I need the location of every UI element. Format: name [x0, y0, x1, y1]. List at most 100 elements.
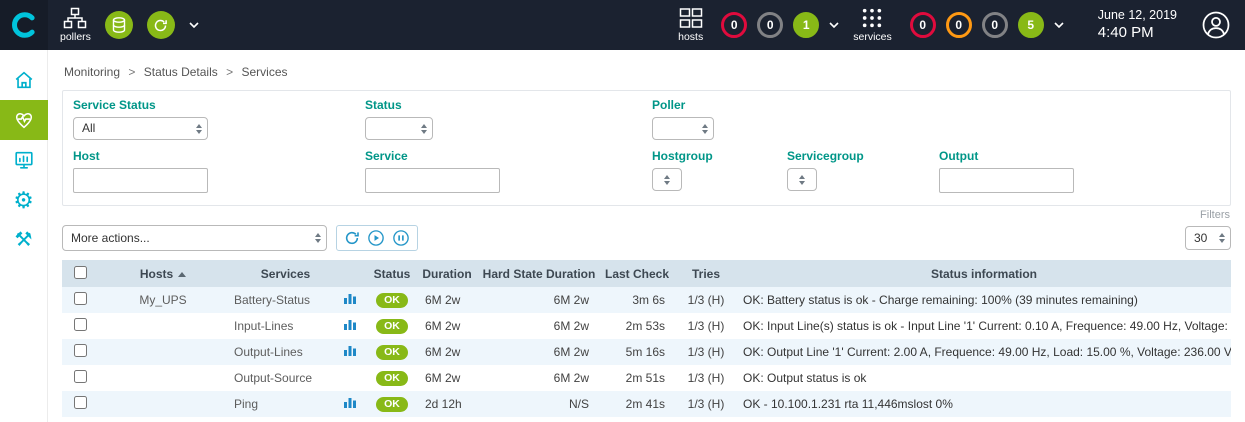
header-status-information[interactable]: Status information	[737, 260, 1231, 287]
tries-cell: 1/3 (H)	[675, 339, 737, 365]
select-all-checkbox[interactable]	[74, 266, 87, 279]
header-status[interactable]: Status	[369, 260, 415, 287]
hosts-icon	[679, 7, 703, 29]
services-table: Hosts Services Status Duration Hard Stat…	[62, 260, 1231, 417]
duration-cell: 6M 2w	[415, 365, 479, 391]
host-input[interactable]	[73, 168, 208, 193]
header-last-check[interactable]: Last Check	[599, 260, 675, 287]
service-badges: 0 0 0 5	[910, 12, 1064, 38]
sidebar-item-monitoring[interactable]	[0, 100, 48, 140]
hostgroup-label: Hostgroup	[652, 149, 787, 163]
status-select[interactable]	[365, 117, 433, 140]
service-link[interactable]: Output-Source	[228, 365, 343, 391]
breadcrumb-monitoring[interactable]: Monitoring	[64, 65, 120, 79]
last-check-cell: 2m 51s	[599, 365, 675, 391]
hosts-unreachable-badge[interactable]: 0	[757, 12, 783, 38]
graph-icon[interactable]	[343, 292, 357, 305]
hosts-down-badge[interactable]: 0	[721, 12, 747, 38]
row-checkbox[interactable]	[74, 344, 87, 357]
play-refresh-button[interactable]	[367, 229, 385, 247]
services-warning-badge[interactable]: 0	[946, 12, 972, 38]
user-icon	[1201, 10, 1231, 40]
poller-chevron-down-icon[interactable]	[189, 22, 199, 28]
service-status-select[interactable]: All	[73, 117, 208, 140]
services-critical-badge[interactable]: 0	[910, 12, 936, 38]
services-chevron-down-icon[interactable]	[1054, 22, 1064, 28]
duration-cell: 6M 2w	[415, 339, 479, 365]
header-tries[interactable]: Tries	[675, 260, 737, 287]
status-information-cell: OK: Output Line '1' Current: 2.00 A, Fre…	[737, 339, 1231, 365]
hard-state-duration-cell: 6M 2w	[479, 287, 599, 313]
service-link[interactable]: Output-Lines	[228, 339, 343, 365]
graph-icon[interactable]	[343, 318, 357, 331]
header-graph	[343, 260, 369, 287]
tries-cell: 1/3 (H)	[675, 313, 737, 339]
last-check-cell: 2m 41s	[599, 391, 675, 417]
services-unknown-badge[interactable]: 0	[982, 12, 1008, 38]
hosts-menu[interactable]: hosts	[678, 7, 703, 43]
breadcrumb-status-details[interactable]: Status Details	[144, 65, 218, 79]
status-label: Status	[365, 98, 652, 112]
pollers-menu[interactable]: pollers	[60, 7, 91, 43]
sidebar-item-administration[interactable]: ⚒	[0, 220, 48, 260]
row-checkbox[interactable]	[74, 292, 87, 305]
select-arrows-icon	[196, 124, 202, 134]
output-input[interactable]	[939, 168, 1074, 193]
hostgroup-select[interactable]	[652, 168, 682, 191]
pause-refresh-button[interactable]	[392, 229, 410, 247]
graph-icon[interactable]	[343, 396, 357, 409]
duration-cell: 6M 2w	[415, 313, 479, 339]
refresh-button[interactable]	[344, 230, 360, 246]
last-check-cell: 5m 16s	[599, 339, 675, 365]
sidebar-item-configuration[interactable]: ⚙	[0, 180, 48, 220]
hosts-chevron-down-icon[interactable]	[829, 22, 839, 28]
header-hosts[interactable]: Hosts	[98, 260, 228, 287]
header-duration[interactable]: Duration	[415, 260, 479, 287]
duration-cell: 6M 2w	[415, 287, 479, 313]
host-link[interactable]: My_UPS	[98, 287, 228, 313]
poller-select[interactable]	[652, 117, 714, 140]
refresh-status-icon	[153, 18, 168, 33]
table-row: Output-Lines OK 6M 2w 6M 2w 5m 16s 1/3 (…	[62, 339, 1231, 365]
hosts-up-badge[interactable]: 1	[793, 12, 819, 38]
centreon-logo[interactable]	[0, 0, 48, 50]
service-input[interactable]	[365, 168, 500, 193]
service-link[interactable]: Ping	[228, 391, 343, 417]
table-row: Ping OK 2d 12h N/S 2m 41s 1/3 (H) OK - 1…	[62, 391, 1231, 417]
service-link[interactable]: Battery-Status	[228, 287, 343, 313]
table-row: Output-Source OK 6M 2w 6M 2w 2m 51s 1/3 …	[62, 365, 1231, 391]
breadcrumb-separator: >	[128, 65, 135, 79]
row-checkbox[interactable]	[74, 370, 87, 383]
poller-database-status[interactable]	[105, 11, 133, 39]
main-content: Monitoring > Status Details > Services S…	[48, 50, 1245, 422]
sidebar-item-reporting[interactable]	[0, 140, 48, 180]
header-hard-state-duration[interactable]: Hard State Duration	[479, 260, 599, 287]
poller-state-status[interactable]	[147, 11, 175, 39]
services-menu[interactable]: services	[853, 7, 892, 43]
refresh-controls	[336, 225, 418, 251]
row-checkbox[interactable]	[74, 396, 87, 409]
page-size-select[interactable]: 30	[1185, 226, 1231, 250]
service-link[interactable]: Input-Lines	[228, 313, 343, 339]
services-ok-badge[interactable]: 5	[1018, 12, 1044, 38]
user-profile-button[interactable]	[1201, 10, 1231, 40]
graph-icon[interactable]	[343, 344, 357, 357]
current-time: 4:40 PM	[1098, 23, 1177, 43]
servicegroup-select[interactable]	[787, 168, 817, 191]
more-actions-select[interactable]: More actions...	[62, 225, 327, 251]
status-badge: OK	[376, 397, 408, 413]
hosts-label: hosts	[678, 32, 703, 43]
sidebar-item-home[interactable]	[0, 60, 48, 100]
filters-caption: Filters	[62, 209, 1230, 221]
row-checkbox[interactable]	[74, 318, 87, 331]
select-arrows-icon	[702, 124, 708, 134]
tries-cell: 1/3 (H)	[675, 365, 737, 391]
graph-cell	[343, 391, 369, 417]
header-services[interactable]: Services	[228, 260, 343, 287]
graph-cell	[343, 365, 369, 391]
graph-cell	[343, 313, 369, 339]
table-row: My_UPS Battery-Status OK 6M 2w 6M 2w 3m …	[62, 287, 1231, 313]
service-status-label: Service Status	[73, 98, 365, 112]
row-checkbox-cell	[62, 339, 98, 365]
clock: June 12, 2019 4:40 PM	[1098, 7, 1177, 43]
